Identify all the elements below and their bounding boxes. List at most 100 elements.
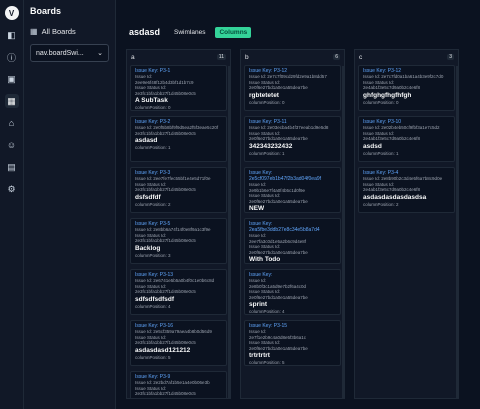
issue-title: asdsd	[363, 142, 382, 150]
home-icon[interactable]: ◧	[5, 28, 19, 42]
all-boards-label: All Boards	[41, 26, 76, 36]
sidebar-title: Boards	[30, 6, 62, 16]
issue-status-value: 2e0f6e27bd1a0e1a55dea7be	[249, 85, 308, 90]
column-count-badge: 3	[447, 54, 454, 60]
issue-card[interactable]: Issue Key: P3-13 Issue Id: 2e6741e5b5a0b4…	[130, 269, 227, 315]
columns-container: a 11 Issue Key: P3-1 Issue Id: 2ee9e6f48f12b…	[126, 49, 472, 399]
issue-id: Issue Id: 2e02b4eb50cf9fbf3a1e7c5d2	[363, 125, 440, 130]
issue-card[interactable]: Issue Key: P3-9 Issue Id: 2e2bd7af1b5e1a4…	[130, 371, 227, 399]
issue-status-value: 2e3fc1bfa1bb27f1d45b08e0c5	[135, 130, 196, 136]
issue-card[interactable]: Issue Key: P3-1 Issue Id: 2ee9e6f48f12b4d3…	[130, 65, 227, 111]
issue-title: 342343232432	[249, 142, 293, 150]
column-position: columnPosition: 5	[249, 360, 285, 365]
column-position: columnPosition: 4	[135, 303, 171, 309]
column-header: b6	[245, 53, 340, 61]
issue-card[interactable]: Issue Key: 2e5cf097eb1b47f2b3ad04f0ea9f I…	[244, 167, 341, 213]
issue-status-value: 2e3fc1bfa1bb27f1d45b08e0c5	[135, 187, 196, 192]
issue-card[interactable]: Issue Key: P3-10 Issue Id: 2e02b4eb50cf9f…	[358, 116, 455, 162]
issue-status-value: 2e0f6e27bd1a0e1a55dea7be	[249, 249, 308, 255]
column-position: columnPosition: 2	[135, 201, 171, 207]
issue-status-value: 2e4ab1f3e5c7d9a0b2c4e6f8	[363, 136, 421, 141]
icon-rail: V ◧ ⓘ ▣ ▦ ⌂ ☺ ▤ ⚙	[0, 0, 24, 409]
board-select[interactable]: nav.boardSwi... ⌄	[30, 44, 109, 62]
info-icon[interactable]: ⓘ	[5, 50, 19, 64]
column-name: b	[245, 53, 249, 61]
issue-status-value: 2e3fc1bfa1bb27f1d45b08e0c5	[135, 340, 196, 345]
issue-card[interactable]: Issue Key: P3-15 Issue Id: 2e7f1e2b9c4a0d8…	[244, 320, 341, 366]
issue-key: Issue Key: 2e5cf097eb1b47f2b3ad04f0ea9f	[249, 170, 322, 182]
grid-icon: ▦	[30, 26, 38, 36]
issue-title: ghfghgfhgfhfgh	[363, 91, 412, 99]
column-count-badge: 6	[333, 54, 340, 60]
issue-id: Issue Id: 2e7c7f09cd29fd2e9a1b8dd57	[249, 74, 327, 79]
issue-card[interactable]: Issue Key: P3-11 Issue Id: 2e03ecba4b4f37…	[244, 116, 341, 162]
column-scrollbar[interactable]	[342, 66, 344, 398]
column-position: columnPosition: 0	[249, 99, 285, 105]
issue-card[interactable]: Issue Key: P3-16 Issue Id: 2e5cf359a79aea…	[130, 320, 227, 366]
issue-title: trtrtrtrt	[249, 352, 270, 359]
issue-card[interactable]: Issue Key: 2ea5fbe3ddb27e8c34e5b8a7d4 Iss…	[244, 218, 341, 264]
issue-status-value: 2e3fc1bfa1bb27f1d45b08e0c5	[135, 90, 196, 96]
issue-card[interactable]: Issue Key: P3-4 Issue Id: 2e8b90b2c3d4e5f…	[358, 167, 455, 213]
issue-status-value: 2e0f6e27bd1a0e1a55dea7be	[249, 294, 308, 300]
issue-card[interactable]: Issue Key: P3-5 Issue Id: 2e8bb6a74f14f0e…	[130, 218, 227, 264]
settings-icon[interactable]: ⚙	[5, 182, 19, 196]
column-position: columnPosition: 0	[135, 105, 171, 110]
issue-title: rgbtetetet	[249, 91, 279, 99]
issue-title: A SubTask	[135, 97, 168, 104]
tab-columns[interactable]: Columns	[215, 26, 252, 38]
all-boards-link[interactable]: ▦ All Boards	[30, 25, 109, 37]
issue-status-value: 2e4ab1f3e5c7d9a0b2c4e6f8	[363, 85, 421, 90]
issue-status-value: 2e0f6e27bd1a0e1a55dea7be	[249, 345, 308, 351]
user-icon[interactable]: ☺	[5, 138, 19, 152]
tab-swimlanes[interactable]: Swimlanes	[170, 27, 209, 38]
board-column: c 3 Issue Key: P3-12 Issue Id: 2e7c7fd0a1ba…	[354, 49, 459, 399]
issue-status-value: 2e3fc1bfa1bb27f1d45b08e0c5	[135, 238, 196, 243]
column-count-badge: 11	[216, 54, 226, 60]
issue-status-value: 2e0f6e27bd1a0e1a55dea7be	[249, 198, 308, 204]
board-column: a 11 Issue Key: P3-1 Issue Id: 2ee9e6f48f12b…	[126, 49, 231, 399]
issue-status-value: 2e4ab1f3e5c7d9a0b2c4e6f8	[363, 187, 421, 192]
board-column: b 6 Issue Key: P3-12 Issue Id: 2e7c7f09cd29…	[240, 49, 345, 399]
issue-title: With Todo	[249, 256, 281, 263]
issue-status-value: 2e3fc1bfa1bb27f1d45b08e0c5	[135, 289, 196, 294]
issue-card[interactable]: Issue Key: P3-2 Issue Id: 2e0f5b8bf9f9d5e…	[130, 116, 227, 162]
board-header: asdasd Swimlanes Columns	[129, 24, 472, 40]
issue-card[interactable]: Issue Key: P3-12 Issue Id: 2e7c7fd0a1ba61…	[358, 65, 455, 111]
issue-key: Issue Key: 2ea5fbe3ddb27e8c34e5b8a7d4	[249, 221, 320, 233]
issue-id: Issue Id: 2e2bd7af1b5e1a4e0b06e3b	[135, 380, 210, 385]
issue-title: Run	[135, 398, 222, 399]
column-position: columnPosition: 2	[363, 201, 399, 207]
column-header: a 11	[131, 53, 226, 61]
issue-title: asdasd	[135, 137, 158, 144]
boards-icon[interactable]: ▦	[4, 94, 19, 108]
issue-title: sprint	[249, 301, 268, 308]
issue-id: Issue Id: 2e8b90b2c3d4e5f6a7b8c9d0e	[363, 176, 443, 181]
issue-title: dsfsdfdf	[135, 193, 161, 201]
column-header: c3	[359, 53, 454, 61]
issue-card[interactable]: Issue Key: P3-12 Issue Id: 2e7c7f09cd29fd…	[244, 65, 341, 111]
issue-card[interactable]: Issue Key: Issue Id: 2e8b0f3c1a5d9e7b2f6a4…	[244, 269, 341, 315]
issue-id: Issue Id: 2e03ecba4b4f37eeab1d9e5d8	[249, 125, 329, 130]
issue-id: Issue Id: 2e5cf359a79aea4b8b0d56d9	[135, 329, 212, 334]
issue-id: Issue Id: 2e7c7fd0a1ba61a4b3e9f2c7d0	[363, 74, 444, 79]
column-scrollbar[interactable]	[228, 66, 230, 398]
issue-id: Issue Id: 2e0f5b8bf9f9d5ea2f5f3eae5c20f	[135, 125, 219, 130]
app-logo[interactable]: V	[4, 6, 19, 20]
briefcase-icon[interactable]: ▤	[5, 160, 19, 174]
column-scrollbar[interactable]	[456, 66, 458, 398]
org-icon[interactable]: ⌂	[5, 116, 19, 130]
issue-status-value: 2e3fc1bfa1bb27f1d45b08e0c5	[135, 391, 196, 396]
chevron-down-icon: ⌄	[97, 50, 103, 57]
sidebar: Boards ▦ All Boards nav.boardSwi... ⌄	[24, 0, 116, 409]
column-name: a	[131, 53, 135, 61]
main-area: asdasd Swimlanes Columns a 11 Issue Key: P…	[116, 0, 480, 409]
issue-id: Issue Id: 2e8bb6a74f14f0e8f9a1c3f9e	[135, 227, 211, 232]
issue-title: sdfsdfsdfsdf	[135, 295, 174, 303]
calendar-icon[interactable]: ▣	[5, 72, 19, 86]
column-position: columnPosition: 4	[249, 309, 285, 314]
issue-id: Issue Id: 2ee7fe7fec55bf1e4e5d71f0e	[135, 176, 211, 181]
issue-title: Backlog	[135, 244, 161, 252]
issue-card[interactable]: Issue Key: P3-3 Issue Id: 2ee7fe7fec55bf1…	[130, 167, 227, 213]
issue-status-value: 2e0f6e27bd1a0e1a55dea7be	[249, 136, 308, 141]
